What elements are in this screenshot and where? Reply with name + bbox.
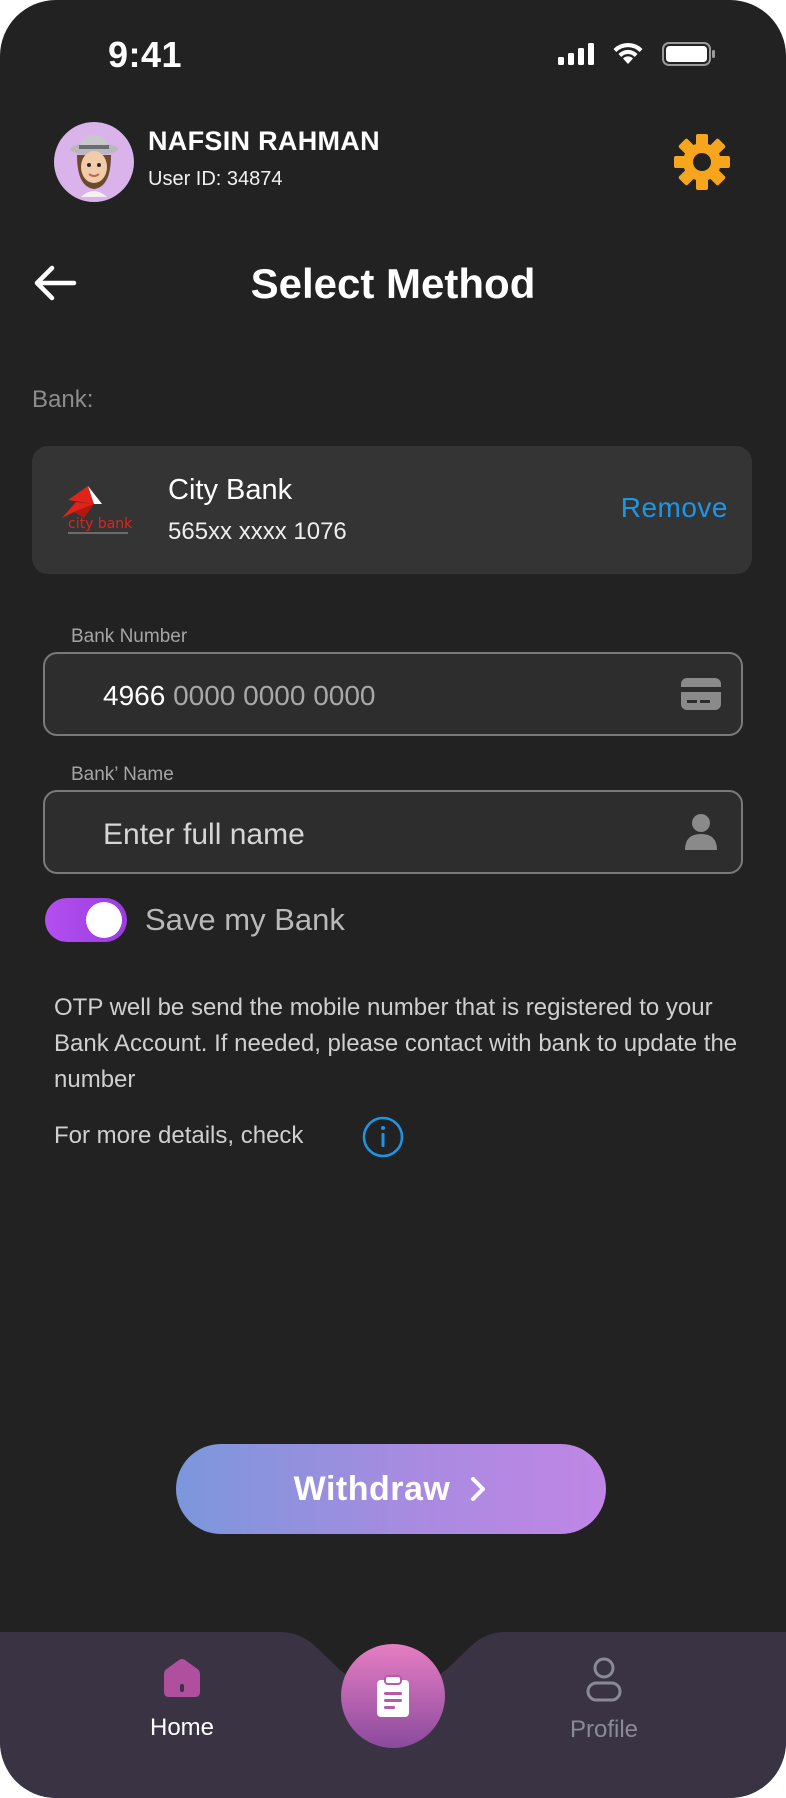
- bank-number-placeholder: 0000 0000 0000: [165, 680, 376, 711]
- phone-screen: 9:41 NAFSIN RAHMAN User ID: 34874 Select…: [0, 0, 786, 1798]
- withdraw-label: Withdraw: [293, 1469, 451, 1508]
- gear-icon: [674, 134, 730, 190]
- nav-home[interactable]: Home: [118, 1656, 246, 1766]
- bank-number-value: 4966 0000 0000 0000: [103, 680, 376, 712]
- nav-home-label: Home: [149, 1714, 215, 1741]
- details-text: For more details, check: [54, 1122, 304, 1149]
- user-id: User ID: 34874: [148, 168, 283, 190]
- battery-icon: [662, 42, 715, 66]
- city-bank-logo: city bank: [54, 482, 136, 538]
- avatar[interactable]: [54, 122, 134, 202]
- bank-number-field[interactable]: 4966 0000 0000 0000: [43, 652, 743, 736]
- user-name: NAFSIN RAHMAN: [148, 126, 380, 156]
- bank-name-label: Bank’ Name: [71, 764, 174, 785]
- bank-number-label: Bank Number: [71, 626, 188, 647]
- selected-bank-card[interactable]: city bank City Bank 565xx xxxx 1076 Remo…: [32, 446, 752, 574]
- info-button[interactable]: [362, 1116, 404, 1158]
- nav-center-button[interactable]: [341, 1644, 445, 1748]
- person-icon: [681, 812, 721, 852]
- nav-profile[interactable]: Profile: [540, 1656, 668, 1766]
- clipboard-icon: [377, 1675, 409, 1717]
- bank-account-number: 565xx xxxx 1076: [168, 518, 347, 545]
- bank-name-field[interactable]: Enter full name: [43, 790, 743, 874]
- chevron-right-icon: [471, 1477, 486, 1501]
- status-time: 9:41: [108, 34, 183, 75]
- bank-name-placeholder: Enter full name: [103, 818, 305, 851]
- bank-name: City Bank: [168, 474, 293, 506]
- signal-icon: [558, 43, 594, 65]
- save-bank-label: Save my Bank: [145, 902, 345, 937]
- otp-notice: OTP well be send the mobile number that …: [54, 994, 738, 1093]
- memoji-avatar-icon: [70, 135, 118, 197]
- info-icon: [362, 1116, 404, 1158]
- settings-button[interactable]: [672, 132, 732, 192]
- profile-icon: [586, 1657, 622, 1702]
- svg-text:city bank: city bank: [68, 516, 133, 532]
- bank-number-entered: 4966: [103, 680, 166, 711]
- wifi-icon: [613, 42, 643, 64]
- bank-section-label: Bank:: [32, 386, 94, 413]
- home-icon: [164, 1659, 200, 1697]
- page-title: Select Method: [250, 260, 536, 307]
- status-icons: [558, 42, 716, 66]
- card-icon: [681, 674, 721, 714]
- withdraw-button[interactable]: Withdraw: [176, 1444, 606, 1534]
- toggle-knob: [86, 902, 122, 938]
- save-bank-toggle[interactable]: [45, 898, 127, 942]
- remove-bank-button[interactable]: Remove: [621, 492, 728, 524]
- nav-profile-label: Profile: [569, 1716, 639, 1743]
